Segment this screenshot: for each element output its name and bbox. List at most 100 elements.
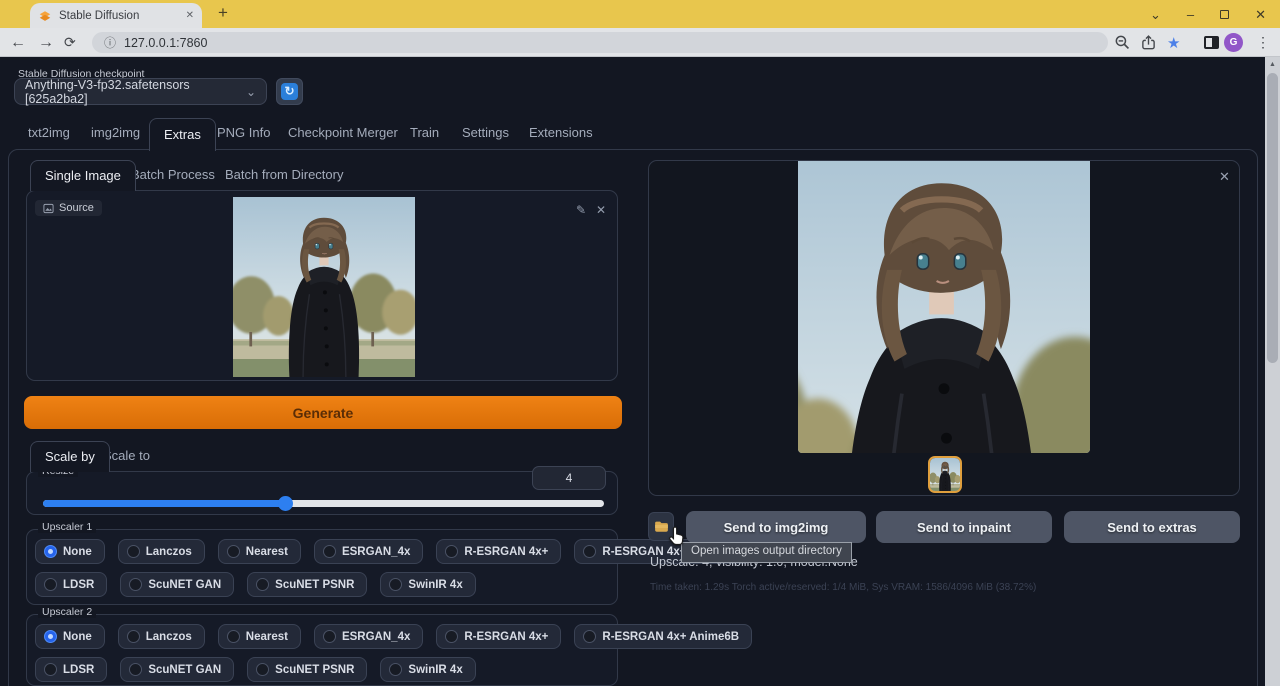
refresh-icon: ↻	[281, 83, 298, 100]
url-text: 127.0.0.1:7860	[124, 36, 207, 50]
tab-txt2img[interactable]: txt2img	[28, 125, 70, 140]
upscaler1-option-esrgan4x[interactable]: ESRGAN_4x	[314, 539, 423, 564]
upscaler2-option-nearest[interactable]: Nearest	[218, 624, 301, 649]
subtab-batch-process[interactable]: Batch Process	[131, 167, 215, 182]
upscaler2-option-scunet-psnr[interactable]: ScuNET PSNR	[247, 657, 367, 682]
upscaler2-option-swinir4x[interactable]: SwinIR 4x	[380, 657, 475, 682]
tab-checkpoint-merger[interactable]: Checkpoint Merger	[288, 125, 398, 140]
browser-menu-icon[interactable]: ⋮	[1256, 28, 1270, 57]
gradio-favicon-icon	[38, 9, 52, 23]
source-label-chip: Source	[35, 200, 102, 216]
scrollbar-thumb[interactable]	[1267, 73, 1278, 363]
radio-icon	[129, 663, 142, 676]
upscaler1-option-swinir4x[interactable]: SwinIR 4x	[380, 572, 475, 597]
upscaler1-option-ldsr[interactable]: LDSR	[35, 572, 107, 597]
radio-icon	[323, 545, 336, 558]
site-info-icon[interactable]: ⓘ	[104, 34, 116, 51]
chevron-down-icon: ⌄	[246, 85, 256, 99]
radio-icon	[389, 578, 402, 591]
upscaler2-option-lanczos[interactable]: Lanczos	[118, 624, 205, 649]
upscaler2-option-scunet-gan[interactable]: ScuNET GAN	[120, 657, 234, 682]
radio-icon	[127, 630, 140, 643]
subtab-single-image[interactable]: Single Image	[30, 160, 136, 191]
image-icon	[43, 203, 54, 214]
zoom-indicator-icon[interactable]	[1114, 28, 1131, 57]
source-label: Source	[59, 202, 94, 214]
upscaler2-option-resrgan-anime6b[interactable]: R-ESRGAN 4x+ Anime6B	[574, 624, 752, 649]
send-to-img2img-button[interactable]: Send to img2img	[686, 511, 866, 543]
upscaler1-option-scunet-psnr[interactable]: ScuNET PSNR	[247, 572, 367, 597]
source-image	[233, 197, 415, 377]
subtab-batch-from-directory[interactable]: Batch from Directory	[225, 167, 343, 182]
tab-extras[interactable]: Extras	[149, 118, 216, 151]
close-gallery-icon[interactable]: ✕	[1219, 169, 1230, 185]
radio-icon	[44, 663, 57, 676]
source-image-dropzone[interactable]: Source ✎ ✕	[26, 190, 618, 381]
reload-icon[interactable]: ⟳	[64, 28, 76, 57]
resize-slider[interactable]	[43, 500, 604, 507]
output-image[interactable]	[798, 161, 1090, 453]
folder-tooltip: Open images output directory	[681, 542, 852, 563]
send-to-inpaint-button[interactable]: Send to inpaint	[876, 511, 1052, 543]
subtab-scale-to[interactable]: Scale to	[103, 448, 150, 463]
tab-settings[interactable]: Settings	[462, 125, 509, 140]
upscaler1-option-resrgan4x[interactable]: R-ESRGAN 4x+	[436, 539, 561, 564]
resize-slider-thumb[interactable]	[278, 496, 293, 511]
screen: Stable Diffusion ✕ + ⌄ – ✕ ← → ⟳ ⓘ 127.0…	[0, 0, 1280, 686]
footer-stats-text: Time taken: 1.29s Torch active/reserved:…	[650, 582, 1036, 593]
browser-toolbar: ← → ⟳ ⓘ 127.0.0.1:7860 ★ G ⋮	[0, 28, 1280, 57]
upscaler1-option-scunet-gan[interactable]: ScuNET GAN	[120, 572, 234, 597]
window-minimize-icon[interactable]: –	[1187, 8, 1194, 21]
tab-train[interactable]: Train	[410, 125, 439, 140]
resize-slider-fill	[43, 500, 286, 507]
window-close-icon[interactable]: ✕	[1255, 8, 1266, 21]
window-restore-icon[interactable]	[1220, 10, 1229, 19]
share-icon[interactable]	[1140, 28, 1157, 57]
window-controls: ⌄ – ✕	[1150, 0, 1280, 28]
radio-icon	[389, 663, 402, 676]
tab-close-icon[interactable]: ✕	[186, 10, 194, 21]
tab-img2img[interactable]: img2img	[91, 125, 140, 140]
radio-icon	[227, 630, 240, 643]
gallery-thumbnail-selected[interactable]	[928, 456, 962, 493]
radio-icon	[445, 630, 458, 643]
radio-selected-icon	[44, 545, 57, 558]
refresh-checkpoints-button[interactable]: ↻	[276, 78, 303, 105]
clear-image-icon[interactable]: ✕	[596, 203, 606, 217]
subtab-scale-by[interactable]: Scale by	[30, 441, 110, 472]
profile-avatar[interactable]: G	[1224, 28, 1243, 57]
resize-panel	[26, 471, 618, 515]
bookmark-star-icon[interactable]: ★	[1167, 28, 1180, 57]
upscaler1-option-nearest[interactable]: Nearest	[218, 539, 301, 564]
output-gallery: ✕	[648, 160, 1240, 496]
new-tab-button[interactable]: +	[218, 3, 228, 23]
upscaler2-option-none[interactable]: None	[35, 624, 105, 649]
scroll-up-icon[interactable]: ▲	[1265, 57, 1280, 71]
page-scrollbar[interactable]: ▲	[1265, 57, 1280, 686]
back-icon[interactable]: ←	[10, 28, 26, 57]
upscaler2-option-resrgan4x[interactable]: R-ESRGAN 4x+	[436, 624, 561, 649]
radio-icon	[129, 578, 142, 591]
upscaler2-option-ldsr[interactable]: LDSR	[35, 657, 107, 682]
browser-tab[interactable]: Stable Diffusion ✕	[30, 3, 202, 28]
upscaler1-label: Upscaler 1	[38, 521, 96, 533]
generate-label: Generate	[293, 405, 354, 421]
resize-value-input[interactable]: 4	[532, 466, 606, 490]
tab-extensions[interactable]: Extensions	[529, 125, 593, 140]
upscaler1-option-lanczos[interactable]: Lanczos	[118, 539, 205, 564]
browser-tab-title: Stable Diffusion	[59, 10, 179, 22]
checkpoint-value: Anything-V3-fp32.safetensors [625a2ba2]	[25, 78, 246, 106]
radio-icon	[583, 630, 596, 643]
upscaler2-group: None Lanczos Nearest ESRGAN_4x R-ESRGAN …	[26, 614, 618, 686]
send-to-extras-button[interactable]: Send to extras	[1064, 511, 1240, 543]
side-panel-icon[interactable]	[1204, 28, 1219, 57]
upscaler1-option-none[interactable]: None	[35, 539, 105, 564]
upscaler2-option-esrgan4x[interactable]: ESRGAN_4x	[314, 624, 423, 649]
forward-icon[interactable]: →	[38, 28, 54, 57]
tab-png-info[interactable]: PNG Info	[217, 125, 270, 140]
tab-list-chevron-icon[interactable]: ⌄	[1150, 8, 1161, 21]
generate-button[interactable]: Generate	[24, 396, 622, 429]
address-bar[interactable]: ⓘ 127.0.0.1:7860	[92, 32, 1108, 53]
checkpoint-dropdown[interactable]: Anything-V3-fp32.safetensors [625a2ba2] …	[14, 78, 267, 105]
edit-image-icon[interactable]: ✎	[576, 203, 586, 217]
